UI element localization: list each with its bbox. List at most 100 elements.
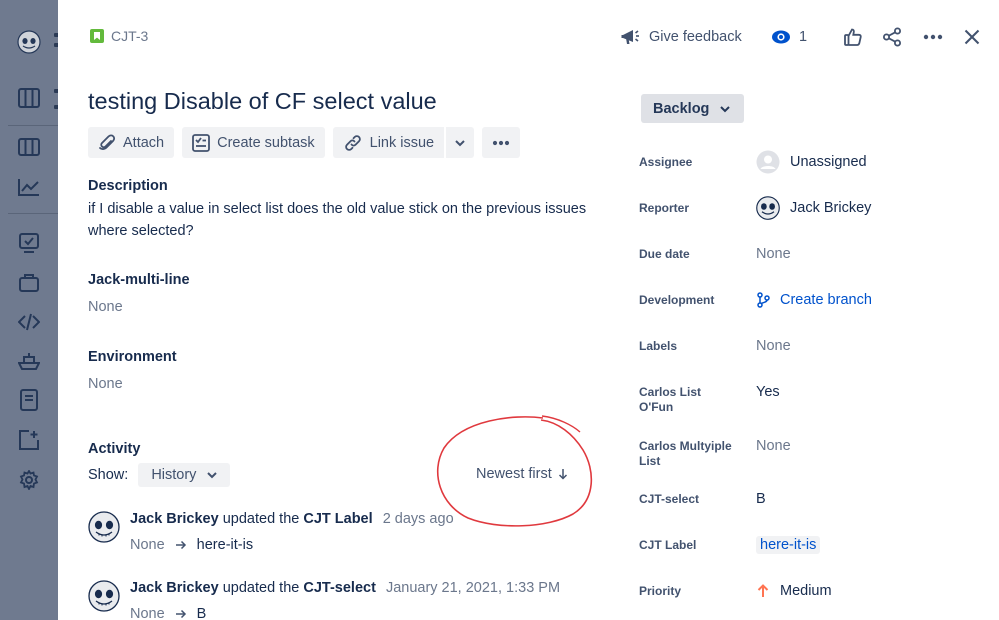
activity-summary: Jack Brickey updated the CJT Label 2 day… (130, 511, 454, 527)
give-feedback-button[interactable]: Give feedback (621, 22, 742, 52)
give-feedback-label: Give feedback (649, 29, 742, 45)
share-icon (883, 27, 901, 47)
megaphone-icon (621, 30, 639, 44)
issue-title[interactable]: testing Disable of CF select value (88, 88, 437, 115)
share-button[interactable] (882, 22, 902, 52)
watch-button[interactable]: 1 (771, 22, 807, 52)
change-from: None (130, 606, 165, 620)
backlog-icon[interactable] (17, 135, 41, 159)
change-from: None (130, 537, 165, 553)
label-chip[interactable]: here-it-is (756, 536, 821, 554)
activity-verb: updated the (222, 580, 300, 596)
priority-text: Medium (780, 583, 832, 599)
change-to: here-it-is (196, 537, 254, 553)
carlos-list-label: Carlos List O'Fun (639, 385, 702, 414)
more-actions-button[interactable] (923, 22, 943, 52)
history-dropdown[interactable]: History (138, 463, 231, 487)
issue-key[interactable]: CJT-3 (111, 28, 148, 44)
reporter-value[interactable]: Jack Brickey (756, 196, 871, 220)
like-button[interactable] (844, 22, 862, 52)
project-avatar-icon[interactable] (17, 30, 41, 54)
more-dots-icon (923, 34, 943, 40)
create-subtask-button[interactable]: Create subtask (182, 127, 325, 158)
activity-change: None B (130, 606, 206, 620)
custom-field-label: Environment (88, 349, 177, 365)
settings-gear-icon[interactable] (17, 468, 41, 492)
activity-time[interactable]: January 21, 2021, 1:33 PM (386, 580, 560, 596)
board-icon[interactable] (17, 86, 41, 110)
attach-button[interactable]: Attach (88, 127, 175, 158)
deployments-icon[interactable] (17, 349, 41, 373)
cjt-label-label: CJT Label (639, 538, 697, 552)
activity-time[interactable]: 2 days ago (383, 511, 454, 527)
sort-order-button[interactable]: Newest first (476, 466, 568, 482)
activity-change: None here-it-is (130, 537, 253, 553)
change-to: B (196, 606, 207, 620)
branch-icon (757, 292, 770, 308)
arrow-down-icon (558, 469, 567, 480)
releases-icon[interactable] (17, 231, 41, 255)
history-label: History (151, 467, 197, 483)
user-avatar-icon[interactable] (88, 511, 120, 543)
arrow-right-icon (175, 609, 186, 619)
link-issue-label: Link issue (369, 134, 435, 151)
assignee-label: Assignee (639, 155, 693, 169)
reporter-name: Jack Brickey (790, 200, 872, 216)
activity-user[interactable]: Jack Brickey (130, 580, 219, 596)
issue-key-breadcrumb[interactable]: CJT-3 (90, 28, 148, 44)
chevron-down-icon (720, 105, 731, 112)
issue-toolbar: Attach Create subtask Link issue (88, 127, 521, 158)
cjt-select-value[interactable]: B (756, 491, 766, 507)
activity-field: CJT Label (303, 511, 373, 527)
chevron-down-icon (455, 139, 465, 146)
create-subtask-label: Create subtask (217, 134, 315, 151)
due-date-value[interactable]: None (756, 246, 791, 262)
activity-user[interactable]: Jack Brickey (130, 511, 219, 527)
cjt-label-value[interactable]: here-it-is (756, 536, 821, 554)
top-actions: Give feedback 1 (599, 22, 999, 52)
custom-field-value[interactable]: None (88, 299, 123, 315)
code-icon[interactable] (17, 310, 41, 334)
more-dots-icon (493, 140, 510, 145)
create-branch-link[interactable]: Create branch (756, 292, 872, 308)
reports-icon[interactable] (17, 175, 41, 199)
description-text[interactable]: if I disable a value in select list does… (88, 198, 588, 242)
link-issue-button[interactable]: Link issue (332, 127, 445, 158)
arrow-right-icon (175, 540, 186, 550)
issue-modal: CJT-3 Give feedback 1 testing Disable of… (58, 0, 999, 620)
activity-filter-row: Show: History (88, 463, 231, 487)
carlos-list-value[interactable]: Yes (756, 384, 780, 400)
create-branch-label: Create branch (780, 292, 872, 308)
carlos-multi-label: Carlos Multyiple List (639, 439, 732, 468)
subtask-icon (192, 133, 211, 152)
labels-label: Labels (639, 339, 678, 353)
close-button[interactable] (964, 22, 980, 52)
link-icon (344, 134, 361, 151)
carlos-multi-value[interactable]: None (756, 438, 791, 454)
reporter-label: Reporter (639, 201, 690, 215)
custom-field-value[interactable]: None (88, 376, 123, 392)
components-icon[interactable] (17, 271, 41, 295)
thumbs-up-icon (844, 28, 862, 46)
assignee-value[interactable]: Unassigned (756, 150, 867, 174)
link-issue-dropdown[interactable] (446, 127, 475, 158)
priority-value[interactable]: Medium (756, 583, 832, 599)
sort-order-label: Newest first (476, 466, 552, 482)
watch-count: 1 (799, 29, 808, 45)
user-avatar-icon[interactable] (88, 580, 120, 612)
cjt-select-label: CJT-select (639, 492, 700, 506)
link-issue-split: Link issue (332, 127, 475, 158)
development-label: Development (639, 293, 715, 307)
labels-value[interactable]: None (756, 338, 791, 354)
assignee-name: Unassigned (790, 154, 867, 170)
close-icon (964, 29, 980, 45)
story-icon (90, 29, 104, 43)
pages-icon[interactable] (17, 388, 41, 412)
add-item-icon[interactable] (17, 428, 41, 452)
paperclip-icon (99, 133, 116, 150)
attach-label: Attach (123, 134, 165, 151)
status-dropdown[interactable]: Backlog (641, 94, 745, 123)
due-date-label: Due date (639, 247, 690, 261)
toolbar-more-button[interactable] (482, 127, 521, 158)
custom-field-label: Jack-multi-line (88, 272, 190, 288)
